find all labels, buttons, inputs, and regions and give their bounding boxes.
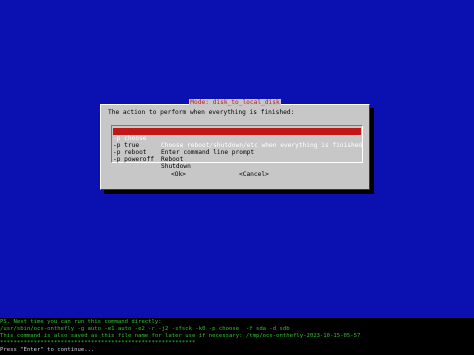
menu-item-choose[interactable]: -p choose Choose reboot/shutdown/etc whe… (113, 128, 362, 149)
terminal-line: PS. Next time you can run this command d… (0, 319, 162, 325)
menu-item-poweroff[interactable]: -p poweroff Shutdown (113, 149, 191, 170)
menu-item-true[interactable]: -p true Enter command line prompt (113, 135, 254, 156)
terminal-line: ****************************************… (0, 340, 196, 346)
menu-item-description: Reboot (161, 156, 184, 163)
terminal-line: This command is also saved as this file … (0, 333, 361, 339)
action-menu: -p choose Choose reboot/shutdown/etc whe… (111, 125, 363, 170)
action-dialog: Mode: disk_to_local_disk The action to p… (100, 99, 370, 190)
dialog-title: Mode: disk_to_local_disk (189, 99, 281, 106)
dialog-prompt: The action to perform when everything is… (108, 109, 295, 116)
menu-item-description: Choose reboot/shutdown/etc when everythi… (161, 142, 363, 149)
terminal-line: /usr/sbin/ocs-onthefly -g auto -e1 auto … (0, 326, 290, 332)
terminal-prompt[interactable]: Press "Enter" to continue... (0, 347, 474, 353)
terminal-output: PS. Next time you can run this command d… (0, 318, 474, 355)
ok-button[interactable]: <Ok> (171, 171, 186, 179)
menu-item-description: Enter command line prompt (161, 149, 255, 156)
menu-item-tag: -p poweroff (113, 156, 154, 163)
cancel-button[interactable]: <Cancel> (239, 171, 269, 179)
menu-item-description: Shutdown (161, 163, 191, 170)
menu-item-reboot[interactable]: -p reboot Reboot (113, 142, 183, 163)
